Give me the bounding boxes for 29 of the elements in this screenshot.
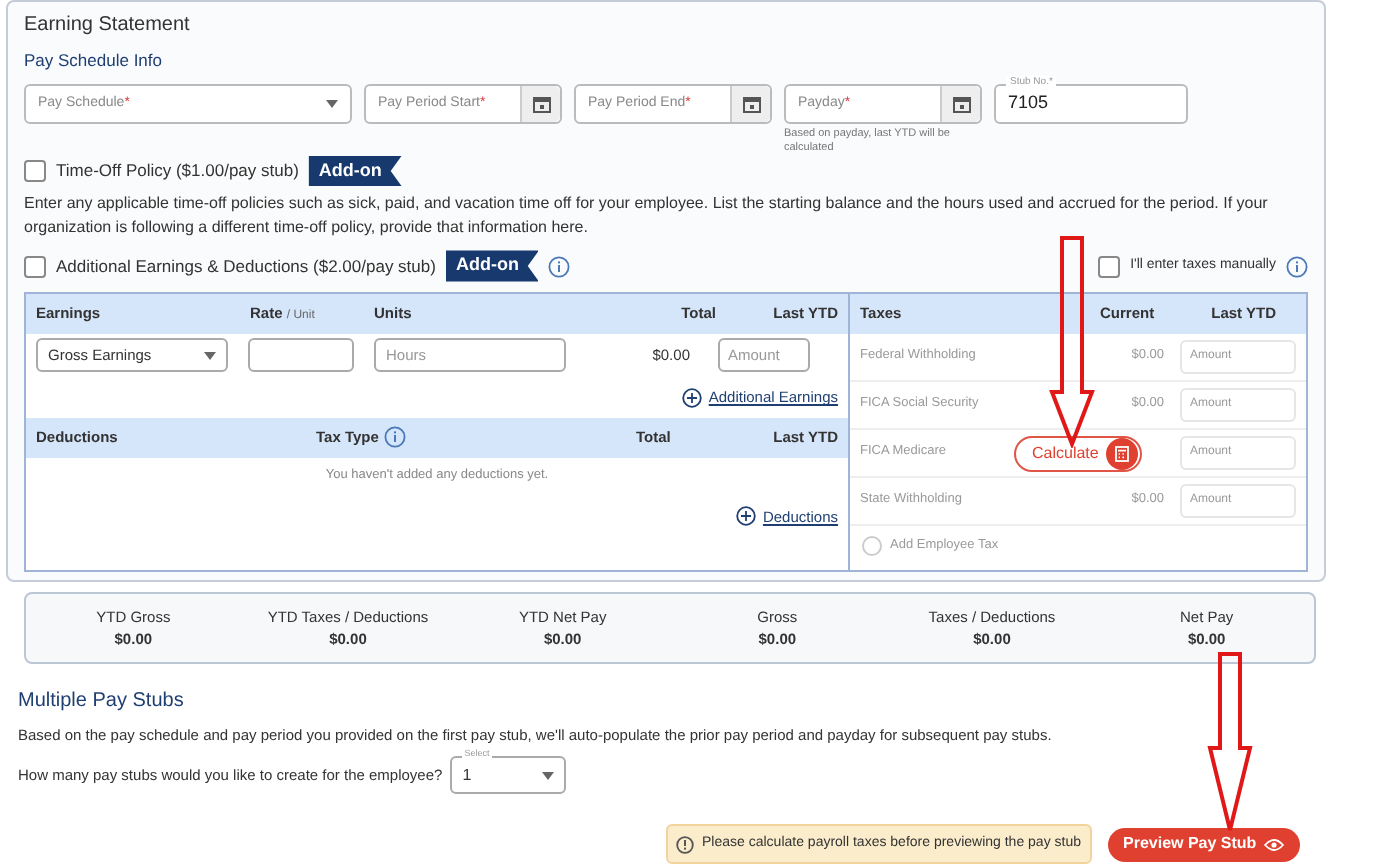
info-icon bbox=[548, 255, 571, 277]
section-subtitle: Pay Schedule Info bbox=[24, 48, 164, 74]
preview-pay-stub-button[interactable]: Preview Pay Stub bbox=[1107, 827, 1301, 861]
add-tax-checkbox[interactable] bbox=[862, 535, 882, 556]
calculate-button[interactable]: Calculate bbox=[1014, 435, 1143, 472]
caret-icon bbox=[204, 351, 216, 360]
caret-icon bbox=[542, 771, 555, 780]
calendar-icon bbox=[531, 93, 551, 114]
checkbox[interactable] bbox=[1098, 255, 1121, 277]
rate-input[interactable] bbox=[248, 338, 354, 373]
warning-icon bbox=[676, 835, 694, 853]
info-icon bbox=[1286, 255, 1308, 277]
checkbox[interactable] bbox=[24, 160, 46, 182]
plus-circle-icon bbox=[736, 506, 757, 527]
calendar-icon bbox=[741, 93, 761, 114]
add-on-badge: Add-on bbox=[445, 250, 539, 282]
time-off-description: Enter any applicable time-off policies such as sick, paid, and vacation time off for your employee. List the starting balance and the hours used and accrued for the period. If your organization is following a different time-off policy, provide that information here. bbox=[24, 192, 1270, 241]
calendar-icon bbox=[951, 93, 971, 114]
caret-icon bbox=[326, 99, 338, 108]
eye-icon bbox=[1264, 837, 1285, 851]
additional-earnings-label: Additional Earnings & Deductions ($2.00/pay stub) bbox=[56, 253, 436, 279]
section-title: Earning Statement bbox=[24, 12, 192, 40]
plus-circle-icon bbox=[682, 387, 703, 408]
time-off-label: Time-Off Policy ($1.00/pay stub) bbox=[56, 158, 299, 184]
add-on-badge: Add-on bbox=[308, 155, 402, 187]
calculator-icon bbox=[1114, 445, 1131, 462]
checkbox[interactable] bbox=[24, 255, 46, 277]
multiple-pay-stubs-title: Multiple Pay Stubs bbox=[18, 688, 186, 716]
info-icon bbox=[384, 426, 407, 449]
